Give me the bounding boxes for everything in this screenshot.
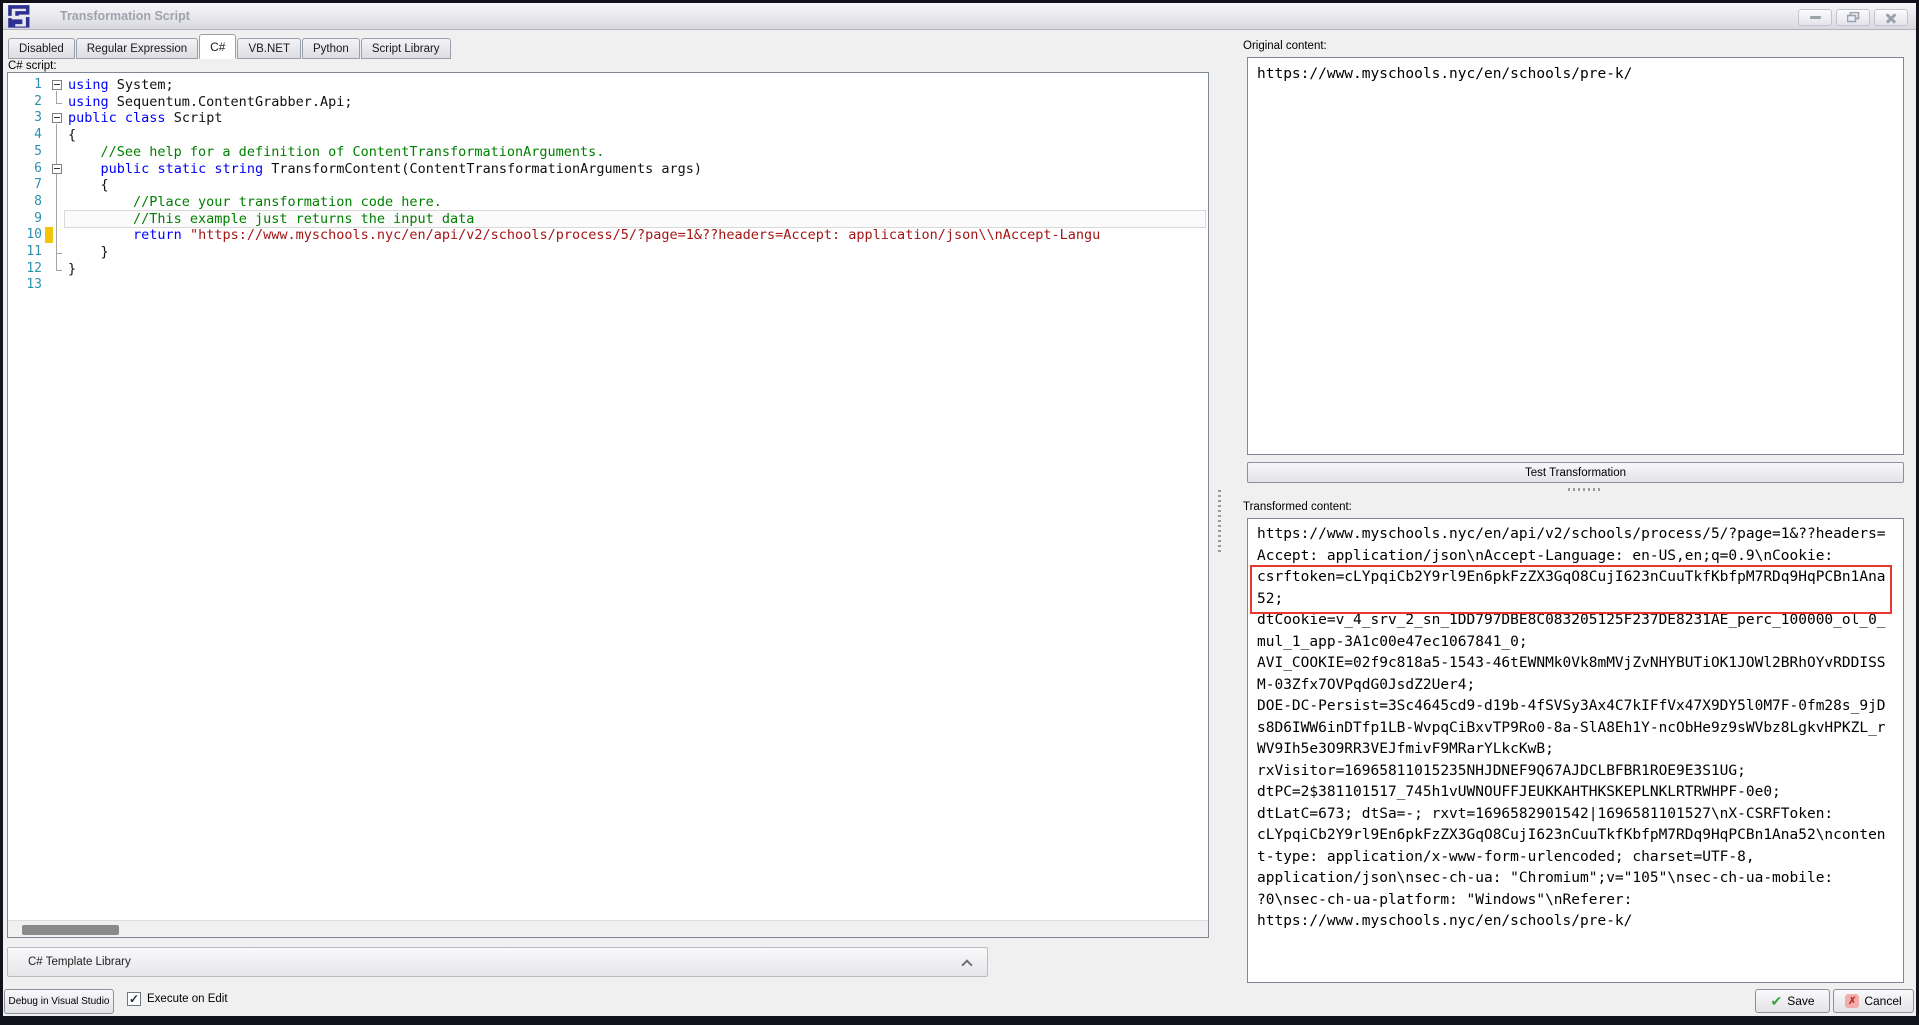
fold-guide-line (56, 91, 57, 103)
line-number: 13 (8, 277, 42, 294)
csharp-script-label: C# script: (8, 60, 57, 72)
code-line[interactable]: return "https://www.myschools.nyc/en/api… (68, 227, 1208, 244)
code-line[interactable]: using Sequentum.ContentGrabber.Api; (68, 94, 1208, 111)
code-line[interactable]: { (68, 177, 1208, 194)
transformation-script-dialog: Transformation Script DisabledRegular Ex… (0, 0, 1919, 1025)
transformed-text-before: https://www.myschools.nyc/en/api/v2/scho… (1257, 524, 1903, 567)
save-button-label: Save (1787, 994, 1814, 1008)
cancel-x-icon: ✗ (1845, 994, 1859, 1008)
original-content-text: https://www.myschools.nyc/en/schools/pre… (1257, 64, 1903, 86)
test-transformation-label: Test Transformation (1525, 467, 1626, 479)
save-check-icon: ✔ (1770, 994, 1782, 1008)
code-line[interactable]: } (68, 244, 1208, 261)
editor-horizontal-scrollbar[interactable] (8, 920, 1208, 937)
line-number: 5 (8, 144, 42, 161)
fold-end-tick (56, 270, 62, 271)
line-number: 9 (8, 211, 42, 228)
line-number: 8 (8, 194, 42, 211)
collapse-chevron-icon[interactable] (961, 959, 972, 970)
vertical-splitter-grip[interactable] (1218, 490, 1221, 552)
transformed-content-label: Transformed content: (1243, 501, 1352, 513)
code-line[interactable]: public static string TransformContent(Co… (68, 161, 1208, 178)
transformed-text-highlighted: csrftoken=cLYpqiCb2Y9rl9En6pkFzZX3GqO8Cu… (1257, 567, 1903, 610)
window-title: Transformation Script (60, 3, 190, 30)
tab-script-library[interactable]: Script Library (361, 38, 451, 59)
test-transformation-button[interactable]: Test Transformation (1247, 462, 1904, 483)
minimize-icon (1810, 16, 1821, 19)
code-line[interactable]: { (68, 127, 1208, 144)
fold-guide-line (56, 175, 57, 254)
cancel-button[interactable]: ✗ Cancel (1833, 989, 1914, 1013)
code-editor[interactable]: 1 using System; 2 using Sequentum.ContentGr… (7, 72, 1209, 938)
tab-vb-net[interactable]: VB.NET (237, 38, 301, 59)
tab-c-[interactable]: C# (199, 34, 236, 59)
titlebar[interactable]: Transformation Script (3, 3, 1916, 30)
editor-scrollbar-thumb[interactable] (22, 925, 119, 935)
line-number: 10 (8, 227, 42, 244)
code-line[interactable]: //Place your transformation code here. (68, 194, 1208, 211)
tab-disabled[interactable]: Disabled (8, 38, 75, 59)
code-line[interactable]: public class Script (68, 110, 1208, 127)
line-number: 1 (8, 77, 42, 94)
code-line[interactable]: } (68, 261, 1208, 278)
code-line[interactable]: //See help for a definition of ContentTr… (68, 144, 1208, 161)
line-number: 11 (8, 244, 42, 261)
tab-regular-expression[interactable]: Regular Expression (76, 38, 198, 59)
cancel-button-label: Cancel (1864, 994, 1901, 1008)
tab-strip: DisabledRegular ExpressionC#VB.NETPython… (8, 34, 452, 59)
window-controls (1798, 9, 1908, 26)
restore-button[interactable] (1836, 9, 1870, 26)
debug-in-visual-studio-button[interactable]: Debug in Visual Studio (4, 989, 114, 1014)
transformed-text-after: dtCookie=v_4_srv_2_sn_1DD797DBE8C0832051… (1257, 610, 1903, 933)
fold-collapse-icon[interactable] (52, 113, 62, 123)
line-number: 4 (8, 127, 42, 144)
fold-collapse-icon[interactable] (52, 80, 62, 90)
minimize-button[interactable] (1798, 9, 1832, 26)
horizontal-splitter-grip[interactable] (1568, 488, 1600, 491)
modified-line-marker (45, 227, 53, 243)
tab-python[interactable]: Python (302, 38, 360, 59)
close-button[interactable] (1874, 9, 1908, 26)
execute-on-edit-checkbox[interactable]: ✓ (127, 992, 141, 1006)
line-number: 7 (8, 177, 42, 194)
execute-on-edit-row: ✓ Execute on Edit (127, 992, 228, 1006)
original-content-label: Original content: (1243, 40, 1327, 52)
template-library-bar[interactable]: C# Template Library (7, 947, 988, 977)
save-button[interactable]: ✔ Save (1755, 989, 1830, 1013)
line-number: 12 (8, 261, 42, 278)
line-number: 6 (8, 161, 42, 178)
transformed-content-box[interactable]: https://www.myschools.nyc/en/api/v2/scho… (1247, 518, 1904, 983)
line-number: 3 (8, 110, 42, 127)
checkmark-icon: ✓ (129, 993, 139, 1005)
code-line[interactable] (68, 277, 1208, 294)
original-content-box[interactable]: https://www.myschools.nyc/en/schools/pre… (1247, 57, 1904, 455)
execute-on-edit-label: Execute on Edit (147, 993, 228, 1005)
debug-button-label: Debug in Visual Studio (9, 996, 110, 1007)
fold-end-tick (56, 103, 62, 104)
code-editor-canvas[interactable]: 1 using System; 2 using Sequentum.ContentGr… (8, 73, 1208, 920)
app-logo-icon (5, 4, 35, 30)
line-number: 2 (8, 94, 42, 111)
code-line[interactable]: //This example just returns the input da… (68, 211, 1208, 228)
template-library-label: C# Template Library (28, 956, 131, 968)
code-line[interactable]: using System; (68, 77, 1208, 94)
fold-collapse-icon[interactable] (52, 164, 62, 174)
close-icon (1885, 13, 1897, 23)
fold-end-tick (56, 253, 62, 254)
restore-icon (1847, 12, 1860, 23)
